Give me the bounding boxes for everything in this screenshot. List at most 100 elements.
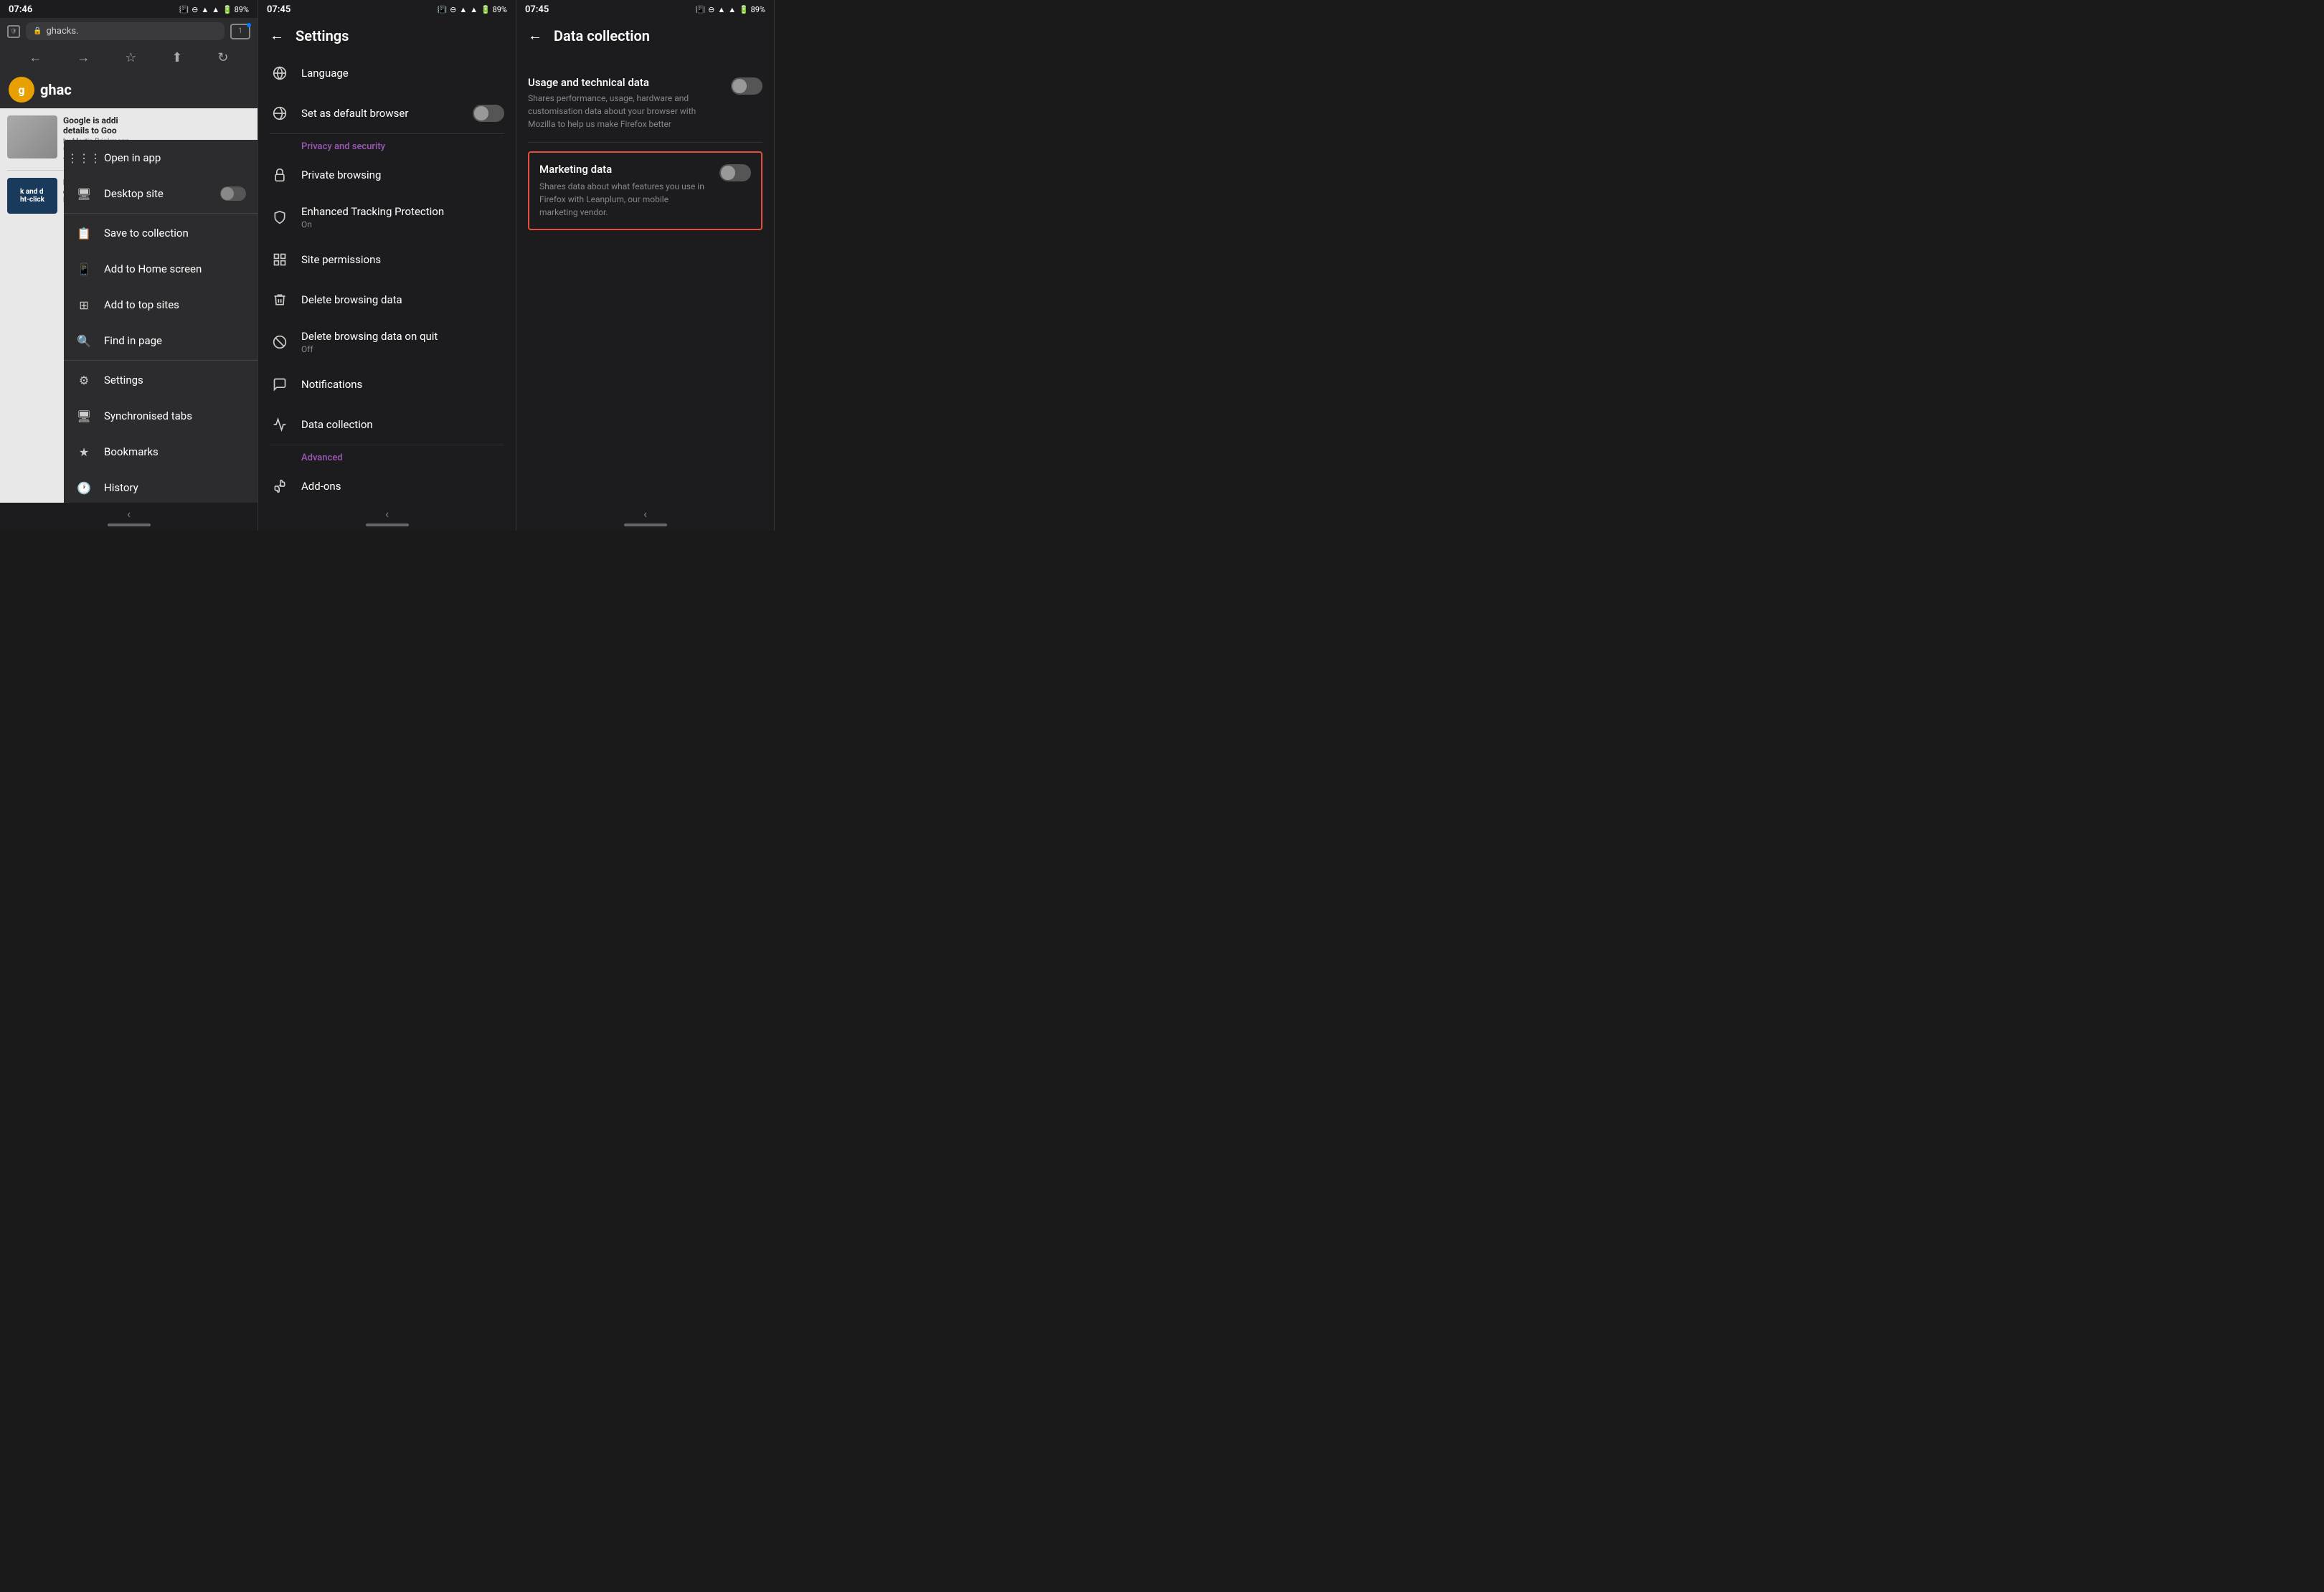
settings-item-default-browser[interactable]: Set as default browser (258, 93, 516, 133)
vibrate-icon-3: 📳 (695, 5, 705, 14)
lock-icon: 🔒 (33, 27, 42, 35)
marketing-box: Marketing data Shares data about what fe… (528, 151, 762, 230)
menu-item-add-home[interactable]: 📱 Add to Home screen (64, 251, 258, 287)
back-button[interactable]: ← (29, 50, 42, 65)
menu-item-open-app[interactable]: ⋮⋮⋮ Open in app (64, 140, 258, 176)
url-bar[interactable]: 🔒 ghacks. (26, 22, 225, 40)
bottom-back-button-2[interactable]: ‹ (385, 507, 389, 521)
settings-item-delete-on-quit[interactable]: Delete browsing data on quit Off (258, 320, 516, 364)
bookmarks-label: Bookmarks (104, 445, 246, 458)
history-icon: 🕐 (75, 479, 93, 496)
marketing-desc: Shares data about what features you use … (539, 180, 708, 219)
forward-button[interactable]: → (77, 50, 90, 65)
bottom-back-button-3[interactable]: ‹ (643, 507, 647, 521)
time-1: 07:46 (9, 4, 32, 15)
settings-page-title: Settings (296, 27, 349, 44)
bottom-bar-2: ‹ (258, 503, 516, 531)
default-browser-toggle[interactable] (473, 105, 504, 122)
usage-title: Usage and technical data (528, 76, 719, 89)
usage-text: Usage and technical data Shares performa… (528, 76, 719, 131)
menu-item-sync-tabs[interactable]: 🖥 Synchronised tabs (64, 398, 258, 434)
wifi-icon-2: ▲ (459, 5, 467, 14)
settings-item-data-collection[interactable]: Data collection (258, 404, 516, 445)
desktop-site-label: Desktop site (104, 187, 209, 200)
tracking-icon (270, 207, 290, 227)
menu-item-settings[interactable]: ⚙ Settings (64, 362, 258, 398)
status-bar-1: 07:46 📳 ⊖ ▲ ▲ 🔋 89% (0, 0, 258, 18)
data-collection-back-button[interactable]: ← (528, 27, 542, 44)
settings-item-notifications[interactable]: Notifications (258, 364, 516, 404)
menu-item-save-collection[interactable]: 📋 Save to collection (64, 215, 258, 251)
status-icons-3: 📳 ⊖ ▲ ▲ 🔋 89% (695, 5, 765, 14)
panel-settings: 07:45 📳 ⊖ ▲ ▲ 🔋 89% ← Settings Language (258, 0, 516, 531)
marketing-container: Marketing data Shares data about what fe… (528, 151, 762, 230)
context-menu: ⋮⋮⋮ Open in app 🖥 Desktop site 📋 Save to… (64, 140, 258, 503)
menu-item-find-page[interactable]: 🔍 Find in page (64, 323, 258, 359)
settings-item-site-permissions[interactable]: Site permissions (258, 240, 516, 280)
nav-row: ← → ☆ ⬆ ↻ (0, 44, 258, 71)
settings-item-delete-data[interactable]: Delete browsing data (258, 280, 516, 320)
vibrate-icon: 📳 (179, 5, 189, 14)
menu-item-history[interactable]: 🕐 History (64, 470, 258, 503)
data-collection-title: Data collection (554, 27, 650, 44)
private-browsing-label: Private browsing (301, 169, 504, 181)
data-collection-header: ← Data collection (516, 18, 774, 53)
home-indicator-3 (624, 523, 667, 526)
find-page-icon: 🔍 (75, 332, 93, 349)
wifi-icon-3: ▲ (717, 5, 725, 14)
browser-toolbar: 🛡 🔒 ghacks. 1 (0, 18, 258, 44)
status-icons-1: 📳 ⊖ ▲ ▲ 🔋 89% (179, 5, 249, 14)
dc-divider (528, 142, 762, 143)
settings-item-language[interactable]: Language (258, 53, 516, 93)
data-collection-label: Data collection (301, 418, 504, 431)
bookmark-button[interactable]: ☆ (125, 50, 136, 65)
settings-item-private-browsing[interactable]: Private browsing (258, 155, 516, 195)
notifications-label: Notifications (301, 378, 504, 391)
bookmarks-icon: ★ (75, 443, 93, 460)
menu-item-add-top-sites[interactable]: ⊞ Add to top sites (64, 287, 258, 323)
site-name: ghac (40, 81, 72, 98)
site-logo: g (9, 77, 34, 103)
settings-item-tracking[interactable]: Enhanced Tracking Protection On (258, 195, 516, 240)
private-browsing-icon (270, 165, 290, 185)
default-browser-icon (270, 103, 290, 123)
default-browser-label: Set as default browser (301, 107, 461, 120)
tab-counter[interactable]: 1 (230, 24, 250, 39)
marketing-toggle[interactable] (719, 164, 751, 181)
delete-data-label: Delete browsing data (301, 293, 504, 306)
sync-tabs-icon: 🖥 (75, 407, 93, 425)
open-app-label: Open in app (104, 151, 246, 164)
tab-dot (247, 23, 251, 27)
site-permissions-icon (270, 250, 290, 270)
article1-title: Google is addidetails to Goo (63, 115, 130, 136)
delete-quit-sub: Off (301, 344, 504, 354)
data-collection-content: Usage and technical data Shares performa… (516, 53, 774, 503)
settings-back-button[interactable]: ← (270, 27, 284, 44)
addons-settings-icon (270, 476, 290, 496)
usage-toggle[interactable] (731, 77, 762, 95)
dnd-icon-2: ⊖ (450, 5, 456, 14)
share-button[interactable]: ⬆ (171, 50, 182, 65)
bottom-back-button[interactable]: ‹ (127, 507, 131, 521)
status-icons-2: 📳 ⊖ ▲ ▲ 🔋 89% (437, 5, 507, 14)
settings-item-addons[interactable]: Add-ons (258, 466, 516, 503)
shield-icon: 🛡 (7, 25, 20, 38)
site-permissions-label: Site permissions (301, 253, 504, 266)
panel-browser: 07:46 📳 ⊖ ▲ ▲ 🔋 89% 🛡 🔒 ghacks. 1 ← → ☆ … (0, 0, 258, 531)
home-indicator-1 (108, 523, 151, 526)
marketing-text: Marketing data Shares data about what fe… (539, 163, 708, 219)
privacy-section-label: Privacy and security (258, 134, 516, 155)
menu-item-desktop-site[interactable]: 🖥 Desktop site (64, 176, 258, 212)
sync-tabs-label: Synchronised tabs (104, 409, 246, 422)
desktop-site-toggle[interactable] (220, 186, 246, 201)
add-top-sites-icon: ⊞ (75, 296, 93, 313)
status-bar-2: 07:45 📳 ⊖ ▲ ▲ 🔋 89% (258, 0, 516, 18)
dnd-icon-3: ⊖ (708, 5, 714, 14)
refresh-button[interactable]: ↻ (217, 50, 228, 65)
open-app-icon: ⋮⋮⋮ (75, 149, 93, 166)
advanced-section-label: Advanced (258, 445, 516, 466)
desktop-site-icon: 🖥 (75, 185, 93, 202)
menu-item-bookmarks[interactable]: ★ Bookmarks (64, 434, 258, 470)
browser-content: g ghac Google is addidetails to Goo by M… (0, 71, 258, 503)
delete-data-icon (270, 290, 290, 310)
